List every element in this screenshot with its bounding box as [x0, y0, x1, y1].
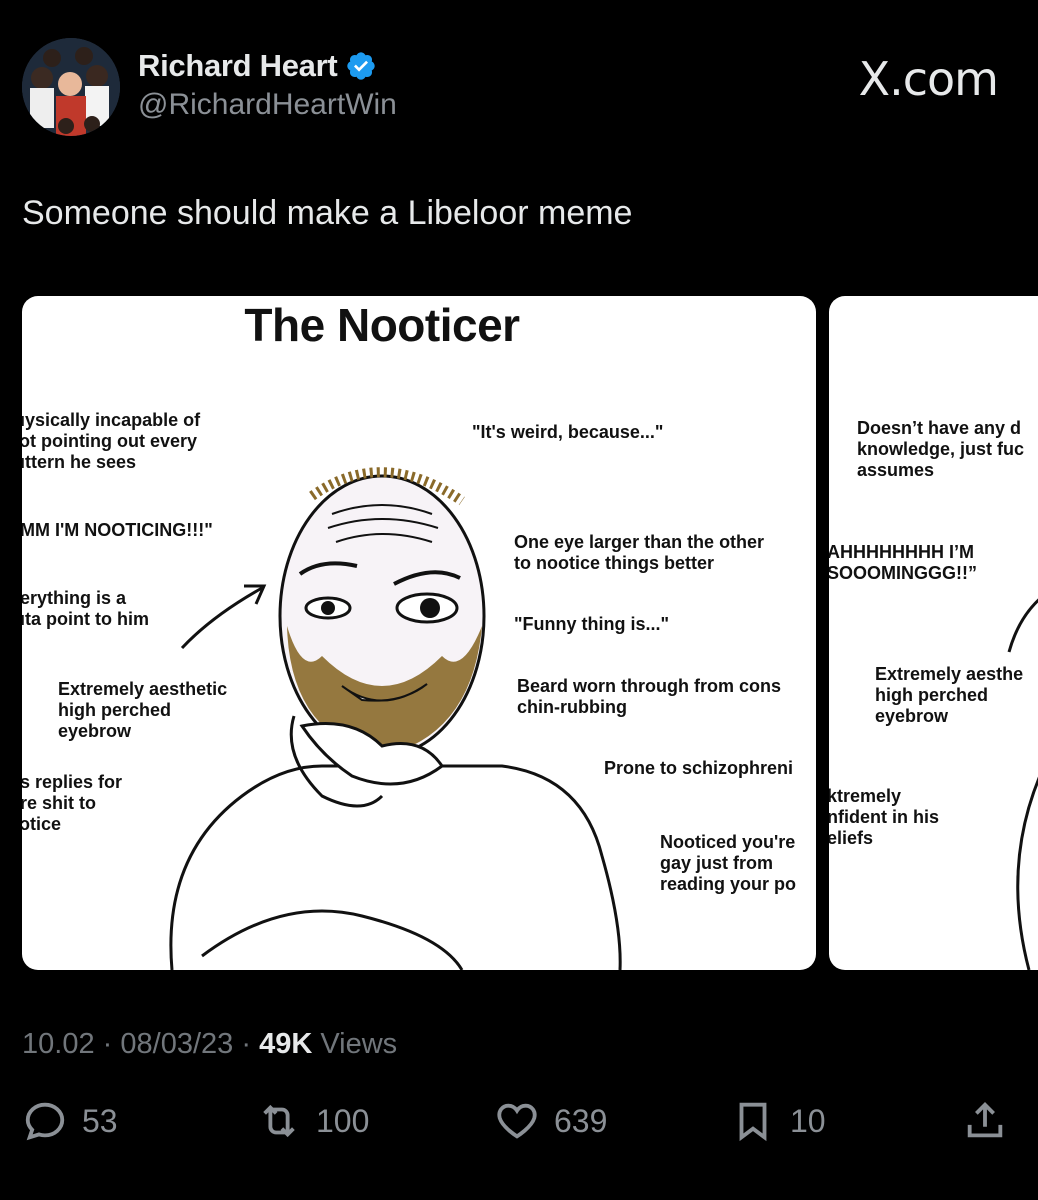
author-handle[interactable]: @RichardHeartWin [138, 88, 397, 122]
reply-button[interactable]: 53 [22, 1098, 118, 1144]
media-image-1[interactable]: The Nooticer ıysically incapable of ɔt p… [22, 296, 816, 970]
author-display-name[interactable]: Richard Heart [138, 48, 338, 84]
media-image-2[interactable]: Doesn’t have any d knowledge, just fuc a… [829, 296, 1038, 970]
tweet-text: Someone should make a Libeloor meme [22, 194, 633, 232]
views-count: 49K [259, 1028, 313, 1060]
meme-drawing-2 [1007, 598, 1038, 970]
brand-logo: X.com [858, 52, 999, 106]
action-bar: 53 100 639 10 [22, 1098, 1022, 1148]
verified-badge-icon [347, 52, 376, 80]
views-label: Views [320, 1028, 398, 1060]
heart-icon [497, 1103, 537, 1139]
avatar-image [22, 38, 120, 136]
author-name-row[interactable]: Richard Heart [138, 48, 377, 84]
repost-icon [263, 1104, 295, 1138]
like-count: 639 [554, 1102, 608, 1139]
meta-separator: · [102, 1028, 113, 1060]
bookmark-button[interactable]: 10 [730, 1098, 826, 1144]
repost-count: 100 [316, 1102, 370, 1139]
bookmark-count: 10 [790, 1102, 826, 1139]
like-button[interactable]: 639 [494, 1098, 607, 1144]
reply-icon [25, 1102, 65, 1141]
reply-count: 53 [82, 1102, 118, 1139]
repost-button[interactable]: 100 [256, 1098, 369, 1144]
share-icon [967, 1101, 1003, 1138]
share-button[interactable] [962, 1098, 1008, 1144]
meta-separator: · [241, 1028, 251, 1060]
bookmark-icon [739, 1102, 767, 1142]
tweet-meta: 10.02 · 08/03/23 · 49K Views [22, 1028, 397, 1061]
author-avatar[interactable] [22, 38, 120, 136]
tweet-time[interactable]: 10.02 [22, 1028, 95, 1060]
meme-drawing [169, 467, 622, 970]
tweet-date[interactable]: 08/03/23 [120, 1028, 233, 1060]
